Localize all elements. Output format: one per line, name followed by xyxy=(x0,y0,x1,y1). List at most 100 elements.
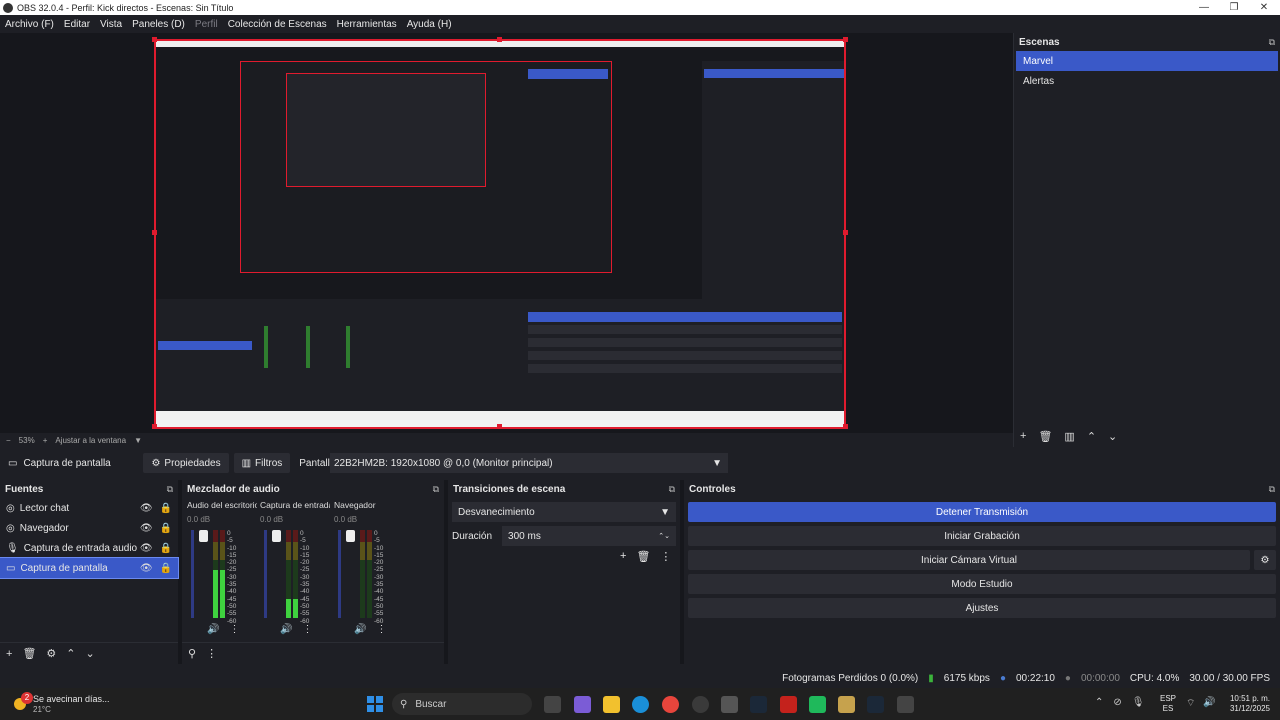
copilot-icon[interactable] xyxy=(574,696,591,713)
menu-perfil[interactable]: Perfil xyxy=(190,19,223,30)
eye-icon[interactable]: 👁 xyxy=(140,543,153,554)
channel-menu-icon[interactable]: ⋮ xyxy=(376,624,386,635)
volume-knob[interactable] xyxy=(199,530,208,542)
move-up-icon[interactable]: ⌃ xyxy=(1087,430,1096,443)
scene-item-marvel[interactable]: Marvel xyxy=(1016,51,1278,71)
source-settings-icon[interactable]: ⚙ xyxy=(46,647,56,660)
clock[interactable]: 10:51 p. m. 31/12/2025 xyxy=(1226,694,1270,714)
dock-float-icon[interactable]: ⧉ xyxy=(1269,484,1275,495)
stop-stream-button[interactable]: Detener Transmisión xyxy=(688,502,1276,522)
move-down-icon[interactable]: ⌄ xyxy=(86,647,95,660)
adobe-icon[interactable] xyxy=(780,696,797,713)
fit-dropdown-icon[interactable]: ▼ xyxy=(134,436,142,445)
app-icon[interactable] xyxy=(838,696,855,713)
source-item-captura-audio[interactable]: 🎙 Captura de entrada audio 👁 🔒 xyxy=(0,538,178,558)
transition-select[interactable]: Desvanecimiento ▼ xyxy=(452,502,676,522)
start-recording-button[interactable]: Iniciar Grabación xyxy=(688,526,1276,546)
weather-icon[interactable]: 2 xyxy=(10,692,33,714)
language-indicator[interactable]: ESP ES xyxy=(1160,694,1176,714)
transition-menu-icon[interactable]: ⋮ xyxy=(660,550,671,563)
eye-icon[interactable]: 👁 xyxy=(140,503,153,514)
channel-menu-icon[interactable]: ⋮ xyxy=(302,624,312,635)
app-2-icon[interactable] xyxy=(897,696,914,713)
zoom-out-button[interactable]: − xyxy=(6,436,11,445)
xbox-icon[interactable] xyxy=(809,696,826,713)
task-view-icon[interactable] xyxy=(544,696,561,713)
menu-archivo[interactable]: Archivo (F) xyxy=(0,19,59,30)
spinner-arrows-icon[interactable]: ⌃⌄ xyxy=(658,532,670,540)
virtual-camera-settings-button[interactable]: ⚙ xyxy=(1254,550,1276,570)
menu-paneles[interactable]: Paneles (D) xyxy=(127,19,190,30)
lock-icon[interactable]: 🔒 xyxy=(160,543,172,554)
eye-icon[interactable]: 👁 xyxy=(140,523,153,534)
duration-spinbox[interactable]: 300 ms ⌃⌄ xyxy=(502,526,676,546)
menu-editar[interactable]: Editar xyxy=(59,19,95,30)
filters-button[interactable]: ▥ Filtros xyxy=(233,453,291,473)
move-up-icon[interactable]: ⌃ xyxy=(66,647,75,660)
close-icon[interactable]: ✕ xyxy=(1249,0,1279,15)
file-explorer-icon[interactable] xyxy=(603,696,620,713)
source-item-lector-chat[interactable]: ◎ Lector chat 👁 🔒 xyxy=(0,498,178,518)
menu-ayuda[interactable]: Ayuda (H) xyxy=(402,19,457,30)
system-tray[interactable]: ⌃ ⊘ 🎙 xyxy=(1095,697,1144,708)
menu-vista[interactable]: Vista xyxy=(95,19,127,30)
zoom-in-button[interactable]: + xyxy=(43,436,48,445)
mute-icon[interactable]: 🔊 xyxy=(280,624,292,635)
dock-float-icon[interactable]: ⧉ xyxy=(433,484,439,495)
scene-filters-icon[interactable]: ▥ xyxy=(1064,430,1074,443)
chevron-up-icon[interactable]: ⌃ xyxy=(1095,697,1103,708)
lock-icon[interactable]: 🔒 xyxy=(160,563,172,574)
properties-button[interactable]: ⚙ Propiedades xyxy=(143,453,229,473)
volume-slider[interactable] xyxy=(338,530,341,618)
scene-item-alertas[interactable]: Alertas xyxy=(1016,71,1278,91)
remove-source-icon[interactable]: 🗑 xyxy=(22,647,36,660)
db-scale: 0 -5 -10 -15 -20 -25 -30 -35 -40 -45 -50 -55 -60 xyxy=(300,530,310,625)
mute-icon[interactable]: 🔊 xyxy=(354,624,366,635)
windows-start-icon[interactable] xyxy=(367,696,383,712)
studio-mode-button[interactable]: Modo Estudio xyxy=(688,574,1276,594)
add-source-icon[interactable]: + xyxy=(6,648,12,660)
dock-float-icon[interactable]: ⧉ xyxy=(1269,37,1275,48)
weather-title[interactable]: Se avecinan días... xyxy=(33,694,110,704)
remove-scene-icon[interactable]: 🗑 xyxy=(1038,430,1052,443)
network-icon[interactable]: ⊘ xyxy=(1113,697,1121,708)
menu-herramientas[interactable]: Herramientas xyxy=(332,19,402,30)
add-transition-icon[interactable]: + xyxy=(620,550,626,563)
mixer-menu-icon[interactable]: ⋮ xyxy=(206,647,217,660)
taskbar-search[interactable]: ⚲ Buscar xyxy=(392,693,532,715)
volume-knob[interactable] xyxy=(346,530,355,542)
channel-menu-icon[interactable]: ⋮ xyxy=(229,624,239,635)
steam-2-icon[interactable] xyxy=(867,696,884,713)
epic-games-icon[interactable] xyxy=(721,696,738,713)
fit-window-label[interactable]: Ajustar a la ventana xyxy=(55,436,126,445)
menu-coleccion[interactable]: Colección de Escenas xyxy=(223,19,332,30)
minimize-icon[interactable]: — xyxy=(1189,0,1219,15)
source-item-captura-pantalla[interactable]: ▭ Captura de pantalla 👁 🔒 xyxy=(0,557,179,579)
eye-icon[interactable]: 👁 xyxy=(140,563,153,574)
lock-icon[interactable]: 🔒 xyxy=(160,523,172,534)
dock-float-icon[interactable]: ⧉ xyxy=(669,484,675,495)
chrome-icon[interactable] xyxy=(662,696,679,713)
lock-icon[interactable]: 🔒 xyxy=(160,503,172,514)
dock-float-icon[interactable]: ⧉ xyxy=(167,484,173,495)
settings-button[interactable]: Ajustes xyxy=(688,598,1276,618)
add-scene-icon[interactable]: + xyxy=(1020,430,1026,442)
move-down-icon[interactable]: ⌄ xyxy=(1108,430,1117,443)
quick-settings[interactable]: ⌔ 🔊 xyxy=(1186,697,1216,710)
advanced-audio-icon[interactable]: ⚲ xyxy=(188,647,196,660)
steam-icon[interactable] xyxy=(750,696,767,713)
volume-slider[interactable] xyxy=(191,530,194,618)
preview-screen-capture[interactable] xyxy=(154,39,846,429)
maximize-icon[interactable]: ❐ xyxy=(1219,0,1249,15)
volume-slider[interactable] xyxy=(264,530,267,618)
display-select[interactable]: 22B2HM2B: 1920x1080 @ 0,0 (Monitor princ… xyxy=(330,453,728,473)
start-virtual-camera-button[interactable]: Iniciar Cámara Virtual xyxy=(688,550,1250,570)
edge-icon[interactable] xyxy=(632,696,649,713)
source-item-navegador[interactable]: ◎ Navegador 👁 🔒 xyxy=(0,518,178,538)
volume-knob[interactable] xyxy=(272,530,281,542)
obs-icon[interactable] xyxy=(692,696,709,713)
preview-canvas[interactable] xyxy=(0,33,1013,433)
mute-icon[interactable]: 🔊 xyxy=(207,624,219,635)
microphone-icon[interactable]: 🎙 xyxy=(1132,697,1145,708)
remove-transition-icon[interactable]: 🗑 xyxy=(636,550,650,563)
